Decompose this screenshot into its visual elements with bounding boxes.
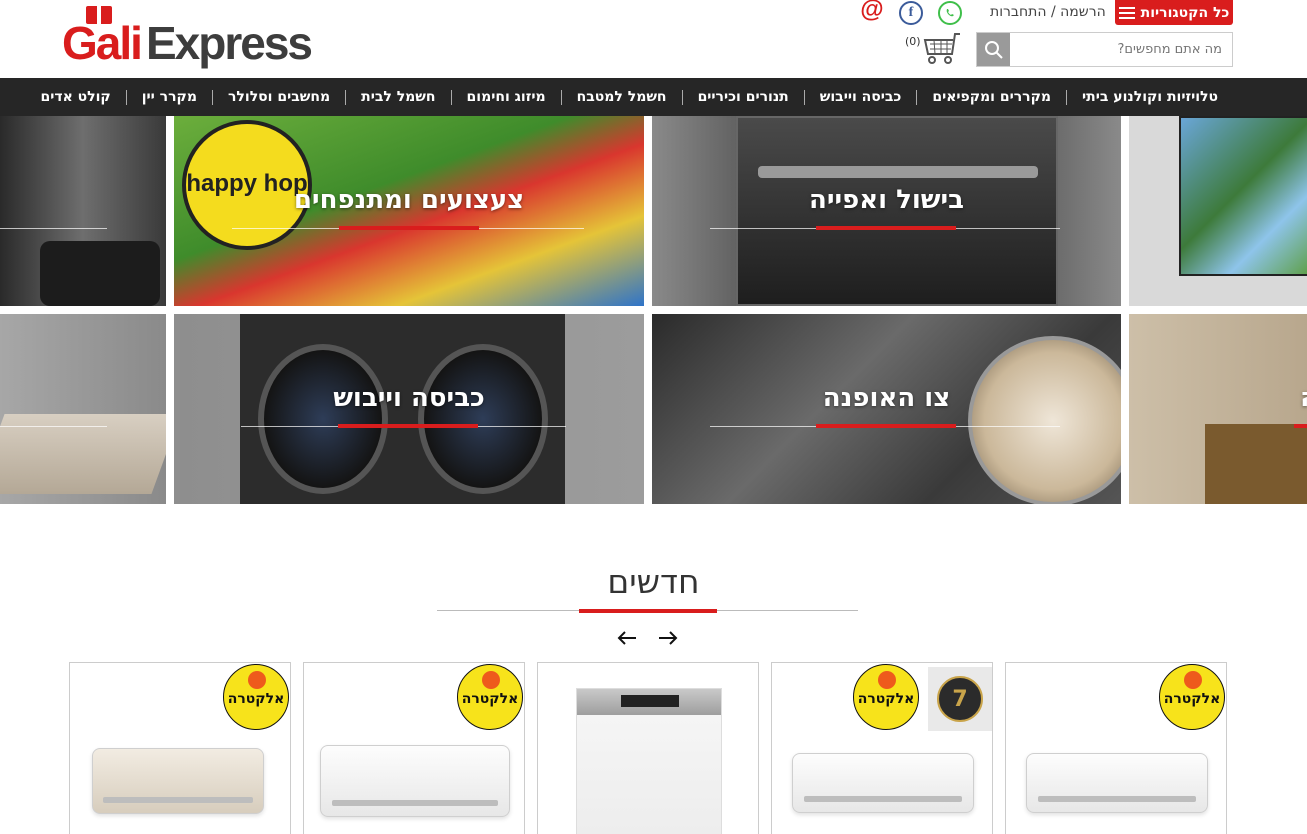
login-link[interactable]: הרשמה / התחברות: [990, 4, 1106, 20]
category-tile-home[interactable]: ה: [1129, 314, 1307, 504]
tile-label-fashion: צו האופנה: [822, 383, 951, 413]
tile-divider: [0, 426, 107, 427]
cart-icon[interactable]: [922, 32, 962, 66]
tile-divider: [0, 228, 107, 229]
product-card[interactable]: 7 אלקטרה: [771, 662, 993, 834]
ac-unit-image: [792, 753, 974, 813]
electra-badge-icon: אלקטרה: [457, 664, 523, 730]
nav-item-fridges[interactable]: מקררים ומקפיאים: [916, 89, 1066, 105]
nav-item-ac[interactable]: מיזוג וחימום: [450, 89, 561, 105]
cart-count: (0): [905, 35, 921, 48]
tile-underline: [1294, 424, 1307, 428]
category-tile-toys[interactable]: happy hop צעצועים ומתנפחים: [174, 116, 644, 306]
site-logo[interactable]: Gali Express: [62, 6, 313, 69]
carousel-prev-arrow-icon[interactable]: [616, 627, 638, 649]
logo-text-express: Express: [146, 17, 313, 69]
tv-image: [1179, 116, 1307, 276]
warranty-7-label: 7: [937, 676, 983, 722]
watch-image: [968, 336, 1121, 504]
electra-badge-icon: אלקטרה: [853, 664, 919, 730]
speaker-image: [40, 241, 160, 306]
logo-text-gali: Gali: [62, 17, 143, 69]
search-input[interactable]: [1011, 33, 1232, 66]
tile-underline: [816, 226, 956, 230]
ac-unit-image: [1026, 753, 1208, 813]
section-underline: [579, 609, 717, 613]
electra-badge-icon: אלקטרה: [1159, 664, 1225, 730]
badge-label: אלקטרה: [1163, 691, 1221, 707]
electra-badge-icon: אלקטרה: [223, 664, 289, 730]
product-card[interactable]: אלקטרה: [303, 662, 525, 834]
tile-label-laundry: כביסה וייבוש: [333, 383, 485, 413]
whatsapp-icon[interactable]: [938, 1, 962, 25]
furniture-image: [1205, 424, 1307, 504]
badge-label: אלקטרה: [227, 691, 285, 707]
search-bar: [976, 32, 1233, 67]
carousel-next-arrow-icon[interactable]: [657, 627, 679, 649]
facebook-icon[interactable]: f: [899, 1, 923, 25]
nav-item-laundry[interactable]: כביסה וייבוש: [803, 89, 917, 105]
tile-label-cooking: בישול ואפייה: [808, 185, 965, 215]
badge-label: אלקטרה: [857, 691, 915, 707]
nav-item-hoods[interactable]: קולט אדים: [25, 89, 125, 105]
product-card[interactable]: אלקטרה: [1005, 662, 1227, 834]
all-categories-button[interactable]: כל הקטגוריות: [1115, 0, 1233, 25]
product-card[interactable]: אלקטרה: [69, 662, 291, 834]
nav-item-tv[interactable]: טלויזיות וקולנוע ביתי: [1066, 89, 1233, 105]
category-tile-tv[interactable]: [1129, 116, 1307, 306]
nav-item-ovens[interactable]: תנורים וכיריים: [681, 89, 804, 105]
tile-label-toys: צעצועים ומתנפחים: [293, 185, 525, 215]
dishwasher-image: [576, 688, 722, 834]
main-nav: טלויזיות וקולנוע ביתי מקררים ומקפיאים כב…: [0, 78, 1307, 116]
nav-item-kitchen[interactable]: חשמל למטבח: [560, 89, 682, 105]
tile-underline: [338, 424, 478, 428]
search-button[interactable]: [977, 33, 1010, 66]
tile-underline: [339, 226, 479, 230]
hamburger-icon: [1118, 6, 1135, 19]
ac-unit-image: [320, 745, 510, 817]
search-icon: [984, 40, 1003, 59]
nav-item-home[interactable]: חשמל לבית: [345, 89, 450, 105]
tile-label-home: ה: [1279, 383, 1307, 413]
warranty-7-badge-icon: 7: [928, 667, 992, 731]
header: Gali Express כל הקטגוריות הרשמה / התחברו…: [0, 0, 1307, 78]
category-tile-speakers[interactable]: [0, 116, 166, 306]
badge-label: אלקטרה: [461, 691, 519, 707]
category-tile-fashion[interactable]: צו האופנה: [652, 314, 1121, 504]
all-categories-label: כל הקטגוריות: [1140, 4, 1230, 21]
nav-item-computers[interactable]: מחשבים וסלולר: [211, 89, 345, 105]
category-tile-computers[interactable]: מ: [0, 314, 166, 504]
email-icon[interactable]: @: [860, 0, 884, 23]
category-tile-cooking[interactable]: בישול ואפייה: [652, 116, 1121, 306]
product-card[interactable]: [537, 662, 759, 834]
tile-label-computers: מ: [0, 383, 26, 413]
nav-item-wine[interactable]: מקרר יין: [125, 89, 212, 105]
category-tile-laundry[interactable]: כביסה וייבוש: [174, 314, 644, 504]
tile-underline: [816, 424, 956, 428]
ac-unit-image: [92, 748, 264, 814]
section-title-new: חדשים: [607, 562, 700, 601]
